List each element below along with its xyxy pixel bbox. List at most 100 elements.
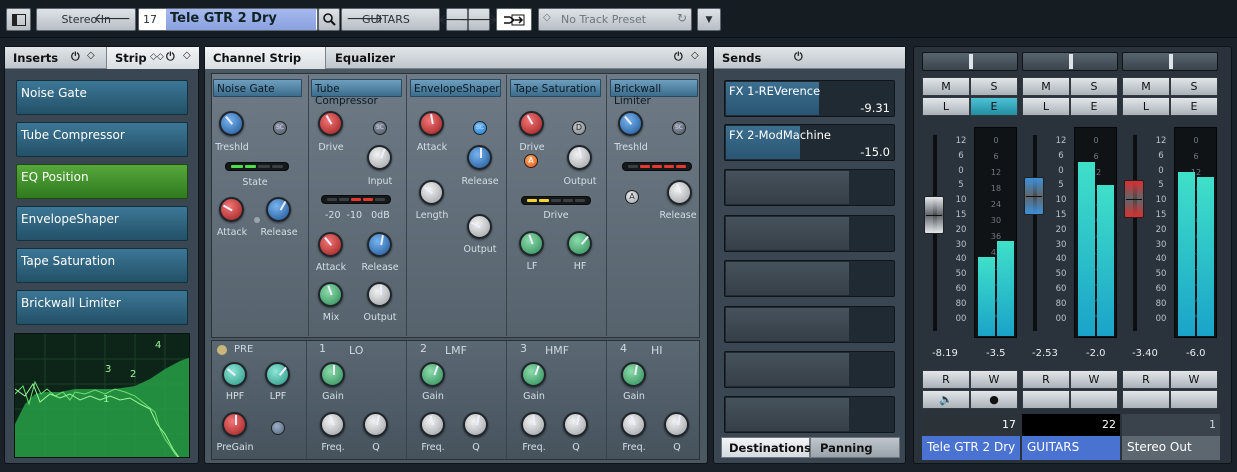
eq-pre-led[interactable] [217,345,227,355]
eq-band-1-freq-knob[interactable] [320,412,345,437]
fader-track[interactable] [1033,135,1037,331]
eq-band-2-gain-knob[interactable] [420,362,445,387]
send-slot[interactable]: FX 2-ModMachine -15.0 [724,124,895,161]
insert-slot-eq-position[interactable]: EQ Position [16,164,188,199]
mute-button[interactable]: M [922,77,970,96]
write-automation-button[interactable]: W [1170,370,1218,389]
channel-strip-power-icon[interactable]: ⏻ [674,50,683,64]
tape-saturation-title[interactable]: Tape Saturation [510,79,601,97]
brickwall-limiter-auto-release-button[interactable]: A [625,190,639,204]
tube-compressor-mix-knob[interactable] [318,282,343,307]
read-automation-button[interactable]: R [922,370,970,389]
eq-band-3-freq-knob[interactable] [521,412,546,437]
tube-compressor-title[interactable]: Tube Compressor [311,79,402,107]
eq-band-2-q-knob[interactable] [463,412,488,437]
envelope-shaper-sidechain-button[interactable]: SC [473,121,487,135]
envelope-shaper-output-knob[interactable] [467,214,492,239]
pan-slider[interactable] [922,52,1018,71]
envelope-shaper-attack-knob[interactable] [419,111,444,136]
record-enable-button[interactable]: ● [970,390,1018,409]
tube-compressor-output-knob[interactable] [367,282,392,307]
eq-band-1-q-knob[interactable] [363,412,388,437]
noise-gate-attack-knob[interactable] [219,197,244,222]
edit-channel-button[interactable]: E [1170,97,1218,116]
pan-handle[interactable] [969,54,973,69]
solo-button[interactable]: S [970,77,1018,96]
strip-power-icon[interactable]: ⏻ [166,50,175,64]
channel-empty-button[interactable] [1170,390,1218,409]
send-slot-empty[interactable] [724,351,895,388]
send-slot-empty[interactable] [724,260,895,297]
eq-band-1-gain-knob[interactable] [320,362,345,387]
channel-empty-button[interactable] [1122,390,1170,409]
noise-gate-release-knob[interactable] [266,197,291,222]
pan-slider[interactable] [1022,52,1118,71]
noise-gate-sidechain-button[interactable]: SC [273,121,287,135]
tab-panning[interactable]: Panning [810,437,900,458]
inserts-power-icon[interactable]: ⏻ [71,50,80,64]
brickwall-limiter-title[interactable]: Brickwall Limiter [610,79,698,107]
send-slot-empty[interactable] [724,169,895,206]
write-automation-button[interactable]: W [1070,370,1118,389]
toolbar-menu-button[interactable]: ▼ [697,8,721,31]
eq-pregain-knob[interactable] [222,412,247,437]
tape-saturation-lf-knob[interactable] [519,231,544,256]
eq-node-1[interactable]: 1 [103,394,109,405]
volume-fader[interactable] [924,196,944,234]
sends-power-icon[interactable]: ⏻ [794,50,803,64]
inserts-bypass-icon[interactable]: ◇ [87,50,95,61]
send-slot[interactable]: FX 1-REVerence -9.31 [724,80,895,117]
channel-name[interactable]: Tele GTR 2 Dry [922,436,1020,460]
channel-name[interactable]: Stereo Out [1122,436,1220,460]
tape-saturation-drive-knob[interactable] [519,111,544,136]
channel-empty-button[interactable] [1070,390,1118,409]
brickwall-limiter-sidechain-button[interactable]: SC [672,121,686,135]
eq-phase-button[interactable] [271,421,285,435]
routing-editor-button[interactable] [496,8,532,31]
insert-slot[interactable]: Noise Gate [16,80,188,115]
noise-gate-title[interactable]: Noise Gate [213,79,302,97]
tape-saturation-output-knob[interactable] [567,145,592,170]
track-name-field[interactable]: Tele GTR 2 Dry [166,9,316,30]
tube-compressor-release-knob[interactable] [367,232,392,257]
eq-band-3-gain-knob[interactable] [521,362,546,387]
eq-node-3[interactable]: 3 [105,364,111,375]
eq-node-4[interactable]: 4 [155,340,161,351]
tube-compressor-attack-knob[interactable] [318,232,343,257]
tape-saturation-auto-gain-button[interactable]: A [524,154,538,168]
send-level-fill[interactable] [726,353,849,386]
tab-equalizer[interactable]: Equalizer [335,51,395,65]
search-track-button[interactable] [318,8,340,31]
eq-hpf-knob[interactable] [222,362,247,387]
tape-saturation-hf-knob[interactable] [567,231,592,256]
tube-compressor-sidechain-button[interactable]: SC [373,121,387,135]
fader-track[interactable] [1133,135,1137,331]
eq-node-2[interactable]: 2 [130,369,136,380]
brickwall-limiter-threshold-knob[interactable] [618,111,643,136]
volume-fader[interactable] [1124,180,1144,218]
eq-band-2-freq-knob[interactable] [420,412,445,437]
input-routing-selector[interactable]: Stereo In 🡐 [36,8,136,31]
listen-button[interactable]: L [1122,97,1170,116]
eq-curve-display[interactable]: 1 2 3 4 [14,333,190,458]
insert-slot[interactable]: EnvelopeShaper [16,206,188,241]
eq-band-4-freq-knob[interactable] [621,412,646,437]
eq-band-3-q-knob[interactable] [563,412,588,437]
pan-handle[interactable] [1169,54,1173,69]
pan-handle[interactable] [1069,54,1073,69]
send-slot-empty[interactable] [724,215,895,252]
read-automation-button[interactable]: R [1022,370,1070,389]
tube-compressor-input-knob[interactable] [367,145,392,170]
strip-link-icon[interactable]: ◇◇ [150,52,164,62]
tab-channel-strip[interactable]: Channel Strip [213,51,301,65]
monitor-button[interactable]: 🔈 [922,390,970,409]
send-level-fill[interactable] [726,217,849,250]
listen-button[interactable]: L [922,97,970,116]
solo-button[interactable]: S [1070,77,1118,96]
eq-band-4-q-knob[interactable] [664,412,689,437]
mute-button[interactable]: M [1022,77,1070,96]
eq-lpf-knob[interactable] [265,362,290,387]
envelope-shaper-title[interactable]: EnvelopeShaper [410,79,501,97]
strip-bypass-icon[interactable]: ◇ [183,50,191,61]
send-level-fill[interactable] [726,398,849,431]
